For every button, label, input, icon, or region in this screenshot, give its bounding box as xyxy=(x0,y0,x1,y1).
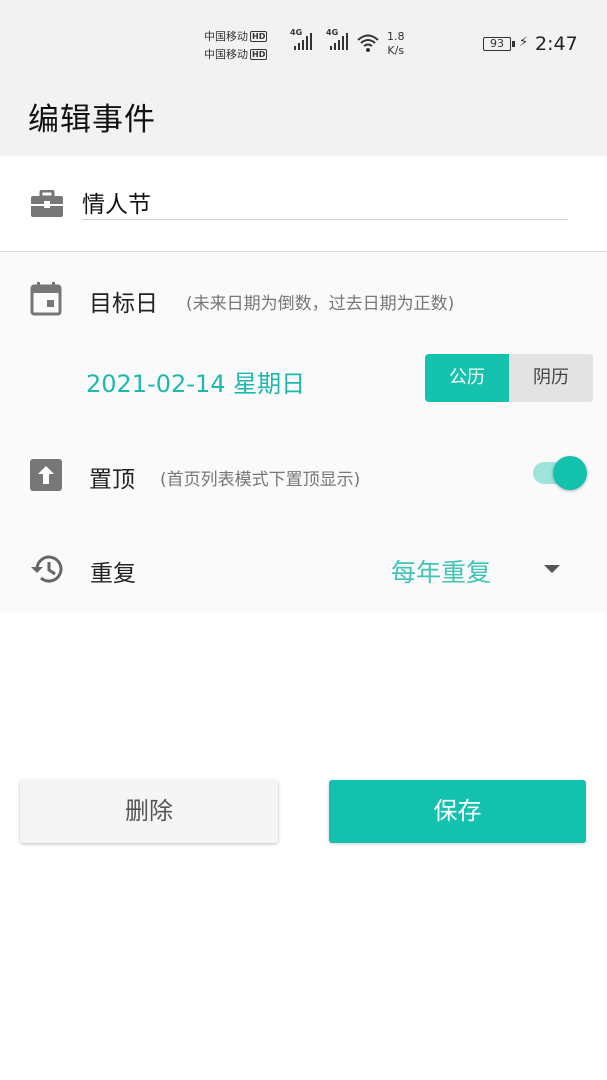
event-name-input[interactable] xyxy=(82,184,568,220)
hd-badge-1: HD xyxy=(250,31,268,42)
date-picker[interactable]: 2021-02-14 星期日 xyxy=(86,364,305,399)
calendar-type-toggle: 公历 阴历 xyxy=(425,354,593,402)
page-title: 编辑事件 xyxy=(28,102,156,138)
carrier-1: 中国移动 xyxy=(204,30,248,43)
repeat-label: 重复 xyxy=(90,561,136,587)
delete-button[interactable]: 删除 xyxy=(20,780,278,843)
battery-tip xyxy=(512,41,515,47)
lunar-calendar-option[interactable]: 阴历 xyxy=(509,354,593,402)
charging-icon: ⚡ xyxy=(519,35,529,50)
signal-icon: 4G xyxy=(290,28,314,56)
solar-calendar-option[interactable]: 公历 xyxy=(425,354,509,402)
network-type-2: 4G xyxy=(326,28,339,37)
network-type-1: 4G xyxy=(290,28,303,37)
save-button[interactable]: 保存 xyxy=(329,780,586,843)
wifi-icon xyxy=(356,33,380,57)
carrier-info: 中国移动 HD 中国移动 HD xyxy=(204,28,268,64)
status-time: 2:47 xyxy=(535,33,578,55)
dropdown-arrow-icon[interactable] xyxy=(544,565,560,573)
network-speed: 1.8 K/s xyxy=(387,30,405,58)
target-date-hint: (未来日期为倒数，过去日期为正数) xyxy=(186,294,455,314)
hd-badge-2: HD xyxy=(250,49,268,60)
app-header: 中国移动 HD 中国移动 HD 4G 4G 1.8 K/s 93 ⚡ 2:47 … xyxy=(0,0,607,156)
speed-value: 1.8 xyxy=(387,30,405,43)
target-date-label: 目标日 xyxy=(89,291,158,317)
pin-toggle-thumb[interactable] xyxy=(553,456,587,490)
status-bar: 中国移动 HD 中国移动 HD 4G 4G 1.8 K/s 93 ⚡ 2:47 xyxy=(0,0,607,80)
pin-label: 置顶 xyxy=(89,467,135,493)
battery-level: 93 xyxy=(490,37,504,50)
pin-to-top-icon xyxy=(30,459,62,491)
signal-icon: 4G xyxy=(326,28,350,56)
speed-unit: K/s xyxy=(387,44,405,57)
carrier-2: 中国移动 xyxy=(204,48,248,61)
pin-hint: (首页列表模式下置顶显示) xyxy=(160,470,361,490)
briefcase-icon xyxy=(30,189,64,222)
calendar-icon xyxy=(30,282,62,320)
battery-icon: 93 xyxy=(483,37,511,51)
history-icon xyxy=(29,552,65,590)
repeat-select[interactable]: 每年重复 xyxy=(391,553,491,589)
